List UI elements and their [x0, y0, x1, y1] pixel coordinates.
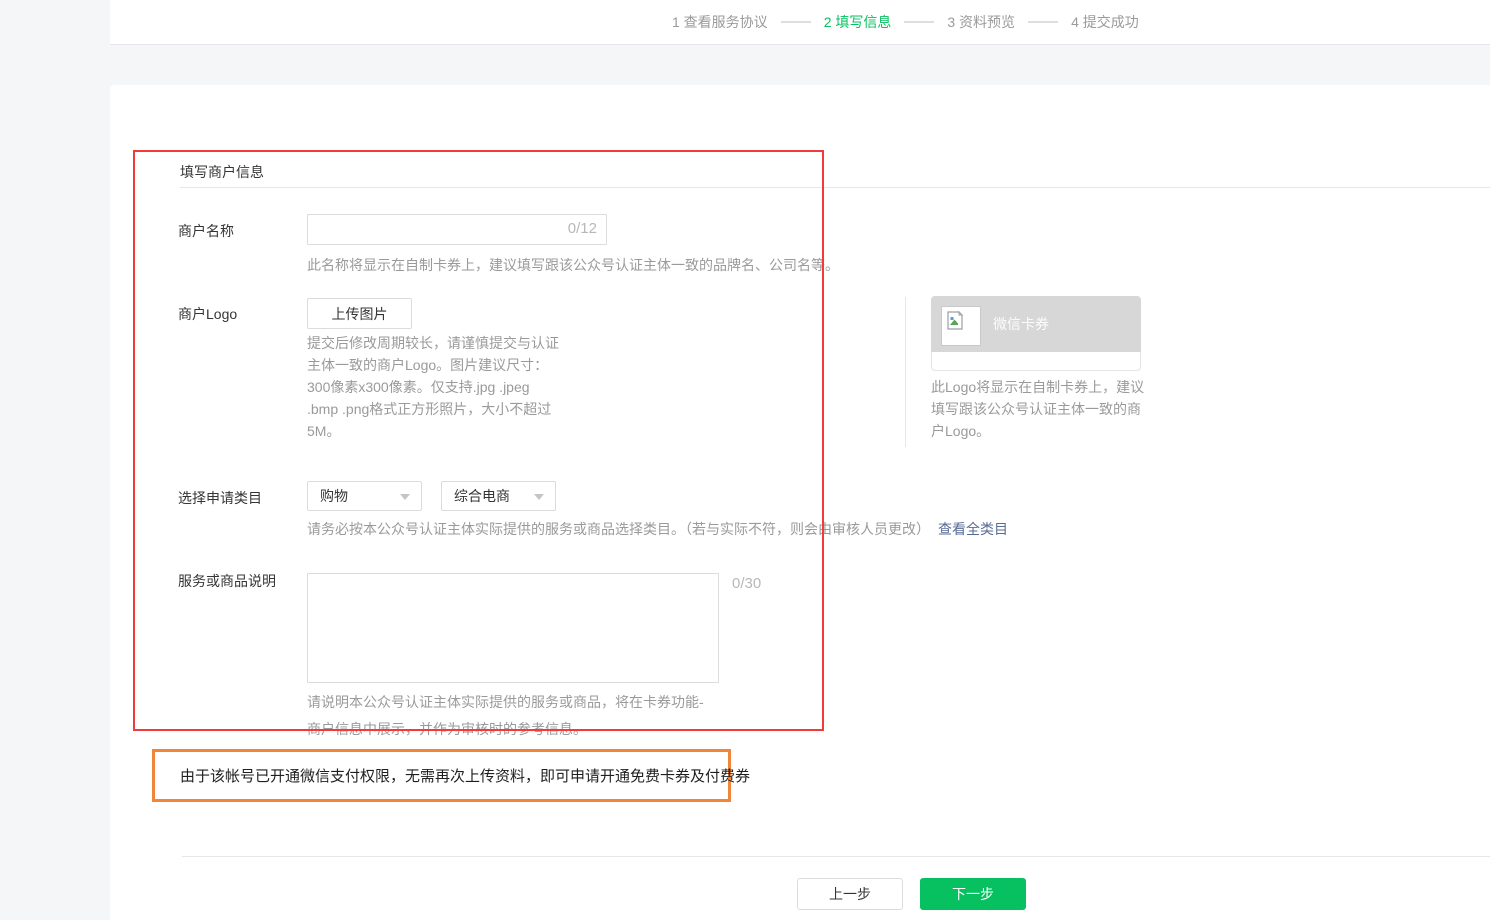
step-view-agreement: 1 查看服务协议 [672, 12, 768, 32]
chevron-down-icon [400, 494, 410, 500]
category-secondary-value: 综合电商 [454, 482, 510, 510]
top-header-bar: 1 查看服务协议 2 填写信息 3 资料预览 4 提交成功 [110, 0, 1490, 45]
left-sidebar [0, 0, 110, 920]
wechat-pay-notice-box: 由于该帐号已开通微信支付权限，无需再次上传资料，即可申请开通免费卡券及付费券 [152, 749, 731, 802]
card-preview: 微信卡券 [931, 296, 1141, 371]
category-hint-text: 请务必按本公众号认证主体实际提供的服务或商品选择类目。（若与实际不符，则会由审核… [307, 521, 930, 537]
step-separator-line [781, 21, 811, 23]
step-separator-line [904, 21, 934, 23]
section-divider [180, 187, 1490, 188]
previous-step-button[interactable]: 上一步 [797, 878, 903, 910]
footer-divider [182, 856, 1490, 857]
preview-divider-line [905, 297, 906, 447]
category-primary-select[interactable]: 购物 [307, 481, 422, 511]
description-hint: 请说明本公众号认证主体实际提供的服务或商品，将在卡券功能-商户信息中展示，并作为… [307, 689, 713, 743]
next-step-button[interactable]: 下一步 [920, 878, 1026, 910]
view-all-categories-link[interactable]: 查看全类目 [938, 521, 1008, 537]
wizard-stepper: 1 查看服务协议 2 填写信息 3 资料预览 4 提交成功 [672, 0, 1139, 44]
category-label: 选择申请类目 [178, 488, 262, 508]
merchant-name-field-wrap: 0/12 [307, 214, 607, 245]
description-counter: 0/30 [732, 575, 761, 592]
upload-image-button[interactable]: 上传图片 [307, 298, 412, 329]
wechat-pay-notice-text: 由于该帐号已开通微信支付权限，无需再次上传资料，即可申请开通免费卡券及付费券 [180, 765, 750, 786]
merchant-name-hint: 此名称将显示在自制卡券上，建议填写跟该公众号认证主体一致的品牌名、公司名等。 [307, 254, 839, 276]
description-textarea[interactable] [307, 573, 719, 683]
merchant-name-label: 商户名称 [178, 221, 234, 241]
page: 1 查看服务协议 2 填写信息 3 资料预览 4 提交成功 填写商户信息 商户名… [0, 0, 1490, 920]
step-separator-line [1028, 21, 1058, 23]
merchant-name-counter: 0/12 [568, 220, 597, 237]
description-label: 服务或商品说明 [178, 571, 276, 591]
step-preview: 3 资料预览 [947, 12, 1015, 32]
broken-image-icon [941, 306, 981, 346]
merchant-name-input[interactable] [307, 214, 607, 245]
category-hint: 请务必按本公众号认证主体实际提供的服务或商品选择类目。（若与实际不符，则会由审核… [307, 518, 1008, 540]
card-preview-hint: 此Logo将显示在自制卡券上，建议填写跟该公众号认证主体一致的商户Logo。 [931, 376, 1149, 442]
step-fill-info: 2 填写信息 [824, 12, 892, 32]
chevron-down-icon [534, 494, 544, 500]
step-success: 4 提交成功 [1071, 12, 1139, 32]
merchant-logo-label: 商户Logo [178, 304, 237, 324]
card-preview-body [931, 352, 1141, 371]
card-preview-title: 微信卡券 [993, 296, 1049, 352]
card-preview-header: 微信卡券 [931, 296, 1141, 352]
section-title: 填写商户信息 [180, 162, 264, 182]
category-secondary-select[interactable]: 综合电商 [441, 481, 556, 511]
merchant-logo-hint: 提交后修改周期较长，请谨慎提交与认证主体一致的商户Logo。图片建议尺寸：300… [307, 332, 563, 442]
category-primary-value: 购物 [320, 482, 348, 510]
